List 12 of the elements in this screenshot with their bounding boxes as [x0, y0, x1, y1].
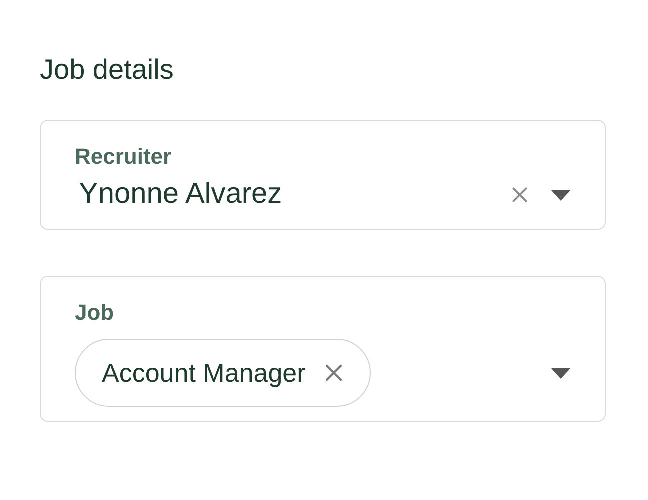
clear-icon[interactable] — [324, 363, 344, 383]
field-label: Recruiter — [75, 143, 173, 171]
select-field[interactable]: Recruiter Ynonne Alvarez — [40, 120, 606, 230]
selected-chip[interactable]: Account Manager — [75, 339, 371, 407]
clear-icon[interactable] — [511, 186, 529, 204]
dropdown-caret-icon[interactable] — [551, 190, 571, 200]
select-field[interactable]: Job Account Manager — [40, 276, 606, 422]
dropdown-caret-icon[interactable] — [551, 368, 571, 378]
selected-value: Ynonne Alvarez — [79, 177, 284, 212]
section-title: Job details — [40, 53, 175, 87]
field-label: Job — [75, 299, 116, 327]
chip-label: Account Manager — [102, 356, 306, 390]
